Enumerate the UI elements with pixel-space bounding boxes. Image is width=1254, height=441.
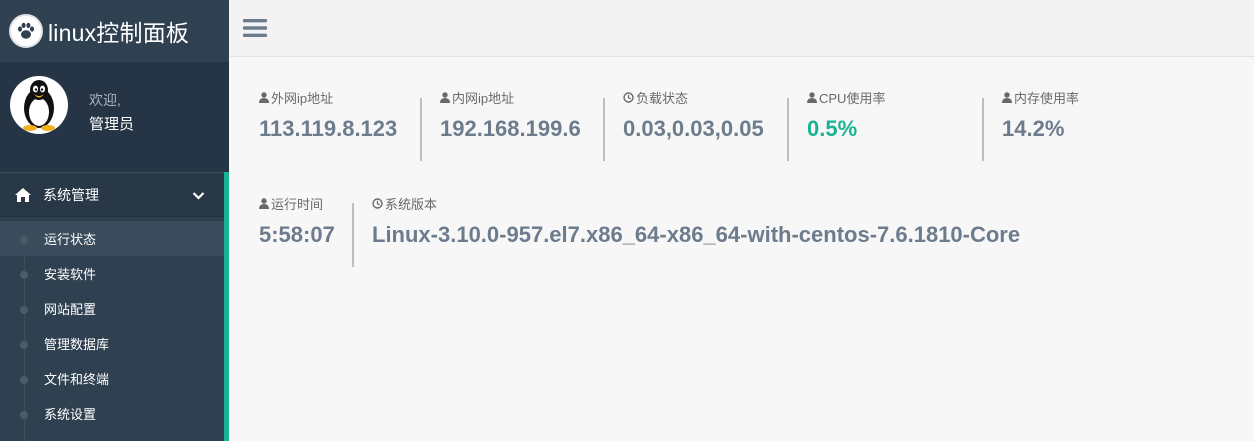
stat-value-load: 0.03,0.03,0.05 (623, 116, 764, 141)
sidebar-item-label: 系统设置 (44, 407, 97, 422)
stat-label-external-ip: 外网ip地址 (271, 91, 334, 106)
stat-label-uptime: 运行时间 (271, 197, 324, 212)
sidebar-item-label: 网站配置 (44, 302, 97, 317)
stat-cpu: CPU使用率 0.5% (807, 88, 885, 142)
user-icon (259, 198, 269, 209)
brand[interactable]: linux控制面板 (0, 0, 229, 62)
bullet-dot (20, 376, 28, 384)
sidebar: linux控制面板 欢迎, 管理员 系统管理 运行状态 安装软件 网站配置 管理… (0, 0, 229, 441)
sidebar-item-label: 管理数据库 (44, 337, 110, 352)
sidebar-item-site-config[interactable]: 网站配置 (0, 291, 224, 326)
bullet-dot (20, 341, 28, 349)
tux-icon (23, 80, 55, 131)
avatar[interactable] (10, 76, 68, 134)
top-navbar (229, 0, 1254, 57)
sidebar-item-install-software[interactable]: 安装软件 (0, 256, 224, 291)
sidebar-item-database[interactable]: 管理数据库 (0, 326, 224, 361)
paw-icon (9, 14, 43, 48)
sidebar-item-system-settings[interactable]: 系统设置 (0, 396, 224, 431)
user-icon (259, 92, 269, 103)
stat-value-memory: 14.2% (1002, 116, 1065, 141)
stat-external-ip: 外网ip地址 113.119.8.123 (259, 88, 397, 142)
sidebar-item-files-terminal[interactable]: 文件和终端 (0, 361, 224, 396)
stat-value-cpu: 0.5% (807, 116, 858, 141)
stat-label-cpu: CPU使用率 (819, 91, 886, 106)
subnav: 运行状态 安装软件 网站配置 管理数据库 文件和终端 系统设置 (0, 221, 224, 441)
sidebar-item-label: 安装软件 (44, 267, 97, 282)
brand-title: linux控制面板 (48, 20, 190, 46)
stat-value-external-ip: 113.119.8.123 (259, 116, 398, 141)
sidebar-item-label: 运行状态 (44, 232, 97, 247)
stat-internal-ip: 内网ip地址 192.168.199.6 (440, 88, 581, 142)
stat-divider (603, 98, 605, 161)
sidebar-item-label: 文件和终端 (44, 372, 110, 387)
bullet-dot (20, 411, 28, 419)
stat-memory: 内存使用率 14.2% (1002, 88, 1079, 142)
chevron-down-icon (192, 192, 205, 200)
bullet-dot (20, 236, 28, 244)
stat-value-internal-ip: 192.168.199.6 (440, 116, 581, 141)
clock-icon (372, 198, 383, 209)
nav-group-system-management[interactable]: 系统管理 (0, 172, 224, 217)
stat-label-memory: 内存使用率 (1014, 91, 1080, 106)
stat-uptime: 运行时间 5:58:07 (259, 194, 335, 248)
home-icon (15, 187, 31, 202)
stat-value-uptime: 5:58:07 (259, 222, 335, 247)
stat-label-version: 系统版本 (385, 197, 438, 212)
nav-active-indicator (224, 172, 229, 441)
stat-divider (352, 203, 354, 267)
welcome-text: 欢迎, (89, 92, 121, 108)
stat-value-version: Linux-3.10.0-957.el7.x86_64-x86_64-with-… (372, 222, 1021, 247)
stat-divider (982, 98, 984, 161)
clock-icon (623, 92, 634, 103)
bullet-dot (20, 271, 28, 279)
stat-load: 负载状态 0.03,0.03,0.05 (623, 88, 764, 142)
stat-label-load: 负载状态 (636, 91, 689, 106)
stat-divider (420, 98, 422, 161)
user-icon (1002, 92, 1012, 103)
user-profile: 欢迎, 管理员 (0, 62, 229, 172)
stat-divider (787, 98, 789, 161)
bullet-dot (20, 306, 28, 314)
user-icon (807, 92, 817, 103)
user-icon (440, 92, 450, 103)
hamburger-menu-icon[interactable] (243, 18, 267, 38)
app-root: linux控制面板 欢迎, 管理员 系统管理 运行状态 安装软件 网站配置 管理… (0, 0, 1254, 441)
stat-version: 系统版本 Linux-3.10.0-957.el7.x86_64-x86_64-… (372, 194, 1020, 248)
sidebar-item-run-status[interactable]: 运行状态 (0, 221, 224, 256)
stat-label-internal-ip: 内网ip地址 (452, 91, 515, 106)
user-role: 管理员 (89, 116, 135, 133)
nav-group-label: 系统管理 (43, 186, 99, 203)
